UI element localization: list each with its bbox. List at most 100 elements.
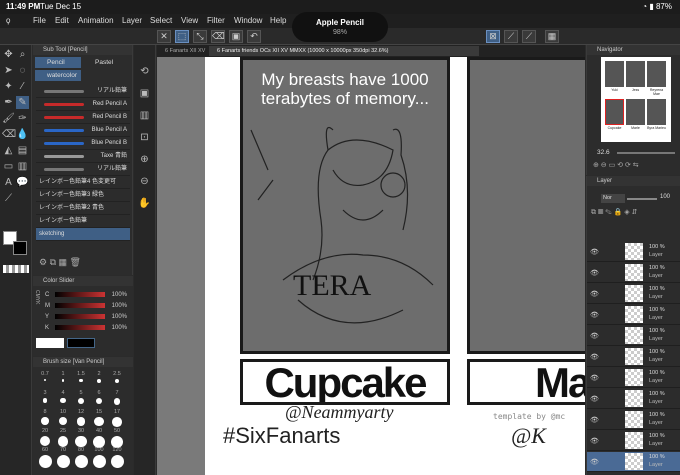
tab-pastel[interactable]: Pastel: [83, 57, 129, 68]
brush-size-option[interactable]: 10: [54, 409, 72, 427]
move-tool-icon[interactable]: ✥: [2, 48, 15, 61]
layer-row[interactable]: 👁 100 % Layer: [587, 263, 680, 283]
gradient-tool-icon[interactable]: ▤: [16, 144, 29, 157]
brush-size-option[interactable]: 0.7: [36, 371, 54, 389]
layer-row[interactable]: 👁 100 % Layer: [587, 242, 680, 262]
pencil-tool-icon[interactable]: ✎: [16, 96, 29, 109]
menu-window[interactable]: Window: [234, 16, 262, 25]
snap-icon[interactable]: ⟋: [522, 30, 536, 43]
brush-item[interactable]: Red Pencil A: [36, 98, 130, 111]
brush-item[interactable]: レインボー色鉛筆4 色変更可: [36, 176, 130, 189]
brush-size-option[interactable]: 15: [90, 409, 108, 427]
transparent-swatch[interactable]: [3, 265, 29, 273]
eye-icon[interactable]: 👁: [590, 311, 599, 319]
canvas-paper[interactable]: My breasts have 1000 terabytes of memory…: [205, 57, 585, 475]
slider-y[interactable]: Y 100%: [45, 312, 131, 322]
menu-animation[interactable]: Animation: [78, 16, 114, 25]
app-logo-icon[interactable]: ϙ: [6, 16, 10, 25]
subtool-settings-icon[interactable]: ⚙ ⧉ ▦ 🗑: [39, 257, 81, 268]
layer-row[interactable]: 👁 100 % Layer: [587, 326, 680, 346]
brush-size-option[interactable]: 8: [36, 409, 54, 427]
flip-icon[interactable]: ▥: [138, 109, 151, 122]
brush-size-option[interactable]: 70: [54, 447, 72, 468]
fill-tool-icon[interactable]: ◭: [2, 144, 15, 157]
text-tool-icon[interactable]: A: [2, 176, 15, 189]
brush-size-option[interactable]: 120: [108, 447, 126, 468]
brush-item[interactable]: Blue Pencil B: [36, 137, 130, 150]
eye-icon[interactable]: 👁: [590, 416, 599, 424]
tab-pencil[interactable]: Pencil: [35, 57, 81, 68]
pen-tool-icon[interactable]: ✒: [2, 96, 15, 109]
operation-tool-icon[interactable]: ➤: [2, 64, 15, 77]
brush-size-option[interactable]: 20: [36, 428, 54, 447]
eye-icon[interactable]: 👁: [590, 332, 599, 340]
brush-size-option[interactable]: 5: [72, 390, 90, 408]
transform-icon[interactable]: ⤡: [193, 30, 207, 43]
blend-tool-icon[interactable]: 💧: [16, 128, 29, 141]
navigator-thumbnail[interactable]: Yuki Jess Reyrena Mae Cupcake Marle Byra…: [601, 57, 671, 142]
brush-item[interactable]: レインボー色鉛筆3 緑色: [36, 189, 130, 202]
eye-icon[interactable]: 👁: [590, 437, 599, 445]
rotate-icon[interactable]: ⟲: [138, 65, 151, 78]
close-doc-icon[interactable]: ✕: [157, 30, 171, 43]
blend-mode-select[interactable]: Nor: [601, 194, 625, 203]
ruler-icon[interactable]: ⟋: [504, 30, 518, 43]
color-preview-white[interactable]: [36, 338, 64, 348]
brush-size-option[interactable]: 80: [72, 447, 90, 468]
eye-icon[interactable]: 👁: [590, 395, 599, 403]
brush-size-option[interactable]: 25: [54, 428, 72, 447]
brush-size-option[interactable]: 2.5: [108, 371, 126, 389]
brush-size-option[interactable]: 7: [108, 390, 126, 408]
frame-tool-icon[interactable]: ▥: [16, 160, 29, 173]
eyedropper-icon[interactable]: ⁄: [16, 80, 29, 93]
layer-row[interactable]: 👁 100 % Layer: [587, 284, 680, 304]
undo-icon[interactable]: ↶: [247, 30, 261, 43]
zoom-out-icon[interactable]: ⊖: [138, 175, 151, 188]
eye-icon[interactable]: 👁: [590, 374, 599, 382]
layer-row[interactable]: 👁 100 % Layer: [587, 410, 680, 430]
selection-tool-icon[interactable]: ⬚: [175, 30, 189, 43]
brush-item[interactable]: Red Pencil B: [36, 111, 130, 124]
nav-controls-icon[interactable]: ⊕ ⊖ ▭ ⟲ ⟳ ⇆: [593, 161, 639, 169]
airbrush-icon[interactable]: ✑: [16, 112, 29, 125]
layer-row[interactable]: 👁 100 % Layer: [587, 368, 680, 388]
brush-size-option[interactable]: 100: [90, 447, 108, 468]
doc-tab-1[interactable]: 6 Fanarts XII XV: [157, 46, 207, 56]
correct-line-icon[interactable]: ⟋: [2, 192, 15, 205]
eye-icon[interactable]: 👁: [590, 458, 599, 466]
magic-wand-icon[interactable]: ✦: [2, 80, 15, 93]
menu-layer[interactable]: Layer: [122, 16, 142, 25]
slider-m[interactable]: M 100%: [45, 301, 131, 311]
brush-tool-icon[interactable]: 🖌: [2, 112, 15, 125]
zoom-slider[interactable]: [617, 152, 675, 154]
eye-icon[interactable]: 👁: [590, 269, 599, 277]
brush-size-option[interactable]: 30: [72, 428, 90, 448]
snap-grid-icon[interactable]: ▦: [545, 30, 559, 43]
brush-item[interactable]: レインボー色鉛筆2 青色: [36, 202, 130, 215]
fill-icon[interactable]: ▣: [229, 30, 243, 43]
balloon-tool-icon[interactable]: 💬: [16, 176, 29, 189]
menu-filter[interactable]: Filter: [207, 16, 225, 25]
layer-row[interactable]: 👁 100 % Layer: [587, 431, 680, 451]
layer-row[interactable]: 👁 100 % Layer: [587, 389, 680, 409]
doc-tab-active[interactable]: 6 Fanarts friends OCs XII XV MMXX (10000…: [209, 46, 479, 56]
layer-row[interactable]: 👁 100 % Layer: [587, 347, 680, 367]
brush-item[interactable]: Taxe 青鉛: [36, 150, 130, 163]
brush-size-option[interactable]: 1: [54, 371, 72, 389]
lasso-tool-icon[interactable]: ◌: [16, 64, 29, 77]
color-preview-black[interactable]: [67, 338, 95, 348]
brush-size-option[interactable]: 40: [90, 428, 108, 448]
brush-size-option[interactable]: 17: [108, 409, 126, 427]
menu-file[interactable]: File: [33, 16, 46, 25]
slider-k[interactable]: K 100%: [45, 323, 131, 333]
brush-size-option[interactable]: 12: [72, 409, 90, 427]
brush-size-option[interactable]: 3: [36, 390, 54, 408]
layer-icons[interactable]: ⧉ ▦ ✎ 🔒 ◈ ⇵: [591, 208, 637, 217]
menu-view[interactable]: View: [181, 16, 198, 25]
eye-icon[interactable]: 👁: [590, 290, 599, 298]
eye-icon[interactable]: 👁: [590, 353, 599, 361]
hand-icon[interactable]: ✋: [138, 197, 151, 210]
opacity-slider[interactable]: [627, 198, 657, 200]
brush-size-option[interactable]: 4: [54, 390, 72, 408]
brush-item-selected[interactable]: sketching: [36, 228, 130, 241]
